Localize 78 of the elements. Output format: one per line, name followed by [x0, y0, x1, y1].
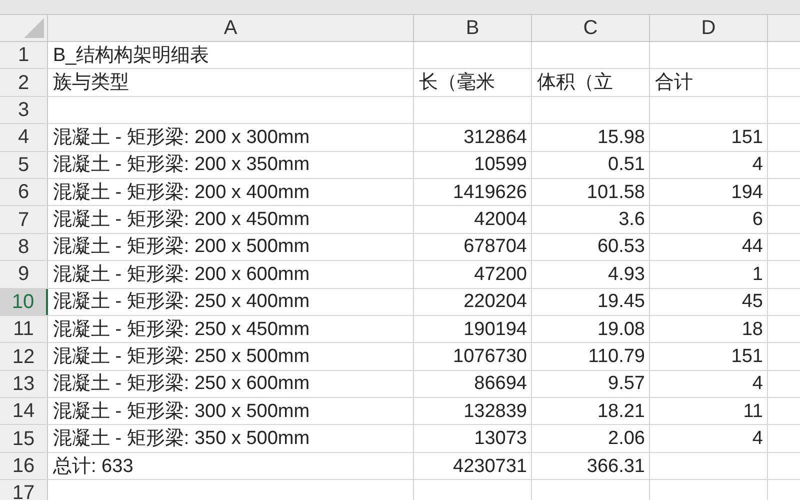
table-cell: 合计: [655, 73, 693, 92]
table-cell: 混凝土 - 矩形梁: 250 x 600mm: [53, 374, 310, 394]
table-cell: 101.58: [586, 182, 645, 202]
table-cell: 110.79: [588, 346, 645, 366]
column-header[interactable]: D: [650, 15, 768, 41]
table-cell: 151: [731, 128, 763, 147]
row-header[interactable]: 4: [0, 124, 48, 151]
table-cell: 10599: [474, 155, 527, 174]
table-cell: 19.45: [597, 292, 645, 312]
table-cell: 86694: [474, 374, 527, 394]
row-header[interactable]: 12: [0, 343, 48, 370]
row-header[interactable]: 16: [0, 452, 48, 480]
table-cell: 混凝土 - 矩形梁: 350 x 500mm: [53, 429, 310, 448]
table-cell: 3.6: [618, 210, 645, 230]
column-header[interactable]: A: [48, 15, 414, 41]
row-header[interactable]: 11: [0, 316, 48, 342]
table-cell: 4.93: [608, 264, 645, 284]
table-cell: 4: [752, 155, 763, 174]
row-header[interactable]: 2: [0, 69, 48, 96]
table-cell: 60.53: [597, 237, 645, 256]
column-header[interactable]: C: [532, 15, 650, 41]
row-header[interactable]: 17: [0, 480, 48, 500]
table-cell: 42004: [474, 210, 527, 230]
table-cell: 混凝土 - 矩形梁: 300 x 500mm: [53, 402, 310, 421]
row-header[interactable]: 6: [0, 178, 48, 206]
row-header[interactable]: 7: [0, 206, 48, 233]
table-cell: 151: [731, 346, 763, 366]
table-cell: 体积（立: [537, 73, 613, 92]
table-cell: 4: [752, 374, 763, 394]
table-cell: 678704: [464, 237, 527, 256]
table-cell: 11: [743, 402, 763, 421]
row-header[interactable]: 13: [0, 370, 48, 398]
table-cell: 18: [742, 320, 763, 339]
table-cell: 0.51: [608, 155, 645, 174]
table-cell: 1419626: [453, 182, 527, 202]
table-cell: 9.57: [608, 374, 645, 394]
row-header[interactable]: 3: [0, 96, 48, 124]
table-cell: 2.06: [608, 429, 645, 448]
table-cell: 194: [731, 182, 763, 202]
table-cell: 13073: [474, 429, 527, 448]
table-cell: 混凝土 - 矩形梁: 200 x 350mm: [53, 155, 310, 174]
table-cell: 18.21: [597, 402, 645, 421]
row-header[interactable]: 10: [0, 288, 48, 315]
row-header[interactable]: 5: [0, 152, 48, 178]
table-cell: 220204: [464, 292, 527, 312]
row-header[interactable]: 8: [0, 234, 48, 260]
table-cell: 长（毫米: [419, 73, 495, 92]
table-cell: 312864: [464, 128, 527, 147]
table-cell: 15.98: [597, 128, 645, 147]
column-header[interactable]: B: [414, 15, 532, 41]
row-header[interactable]: 9: [0, 261, 48, 288]
table-cell: 混凝土 - 矩形梁: 200 x 500mm: [53, 237, 310, 256]
table-cell: 366.31: [586, 456, 645, 476]
table-cell: 1076730: [453, 346, 527, 366]
table-cell: 混凝土 - 矩形梁: 200 x 600mm: [53, 264, 310, 284]
table-cell: 6: [752, 210, 763, 230]
table-cell: 47200: [474, 264, 527, 284]
row-header[interactable]: 15: [0, 425, 48, 452]
table-cell: 混凝土 - 矩形梁: 200 x 300mm: [53, 128, 310, 147]
table-cell: 132839: [464, 402, 527, 421]
table-cell: 19.08: [597, 320, 645, 339]
table-cell: B_结构构架明细表: [53, 46, 210, 65]
table-cell: 4230731: [453, 456, 527, 476]
table-cell: 4: [752, 429, 763, 448]
table-cell: 混凝土 - 矩形梁: 200 x 450mm: [53, 210, 310, 230]
table-cell: 45: [742, 292, 763, 312]
table-cell: 族与类型: [53, 73, 129, 92]
table-cell: 混凝土 - 矩形梁: 250 x 450mm: [53, 320, 310, 339]
table-cell: 总计: 633: [53, 456, 134, 476]
table-cell: 混凝土 - 矩形梁: 250 x 500mm: [53, 346, 310, 366]
select-all-icon[interactable]: [24, 18, 44, 38]
row-header[interactable]: 14: [0, 398, 48, 424]
table-cell: 1: [752, 264, 763, 284]
table-cell: 混凝土 - 矩形梁: 250 x 400mm: [53, 292, 310, 312]
table-cell: 44: [742, 237, 763, 256]
row-header[interactable]: 1: [0, 42, 48, 68]
table-cell: 混凝土 - 矩形梁: 200 x 400mm: [53, 182, 310, 202]
table-cell: 190194: [464, 320, 527, 339]
